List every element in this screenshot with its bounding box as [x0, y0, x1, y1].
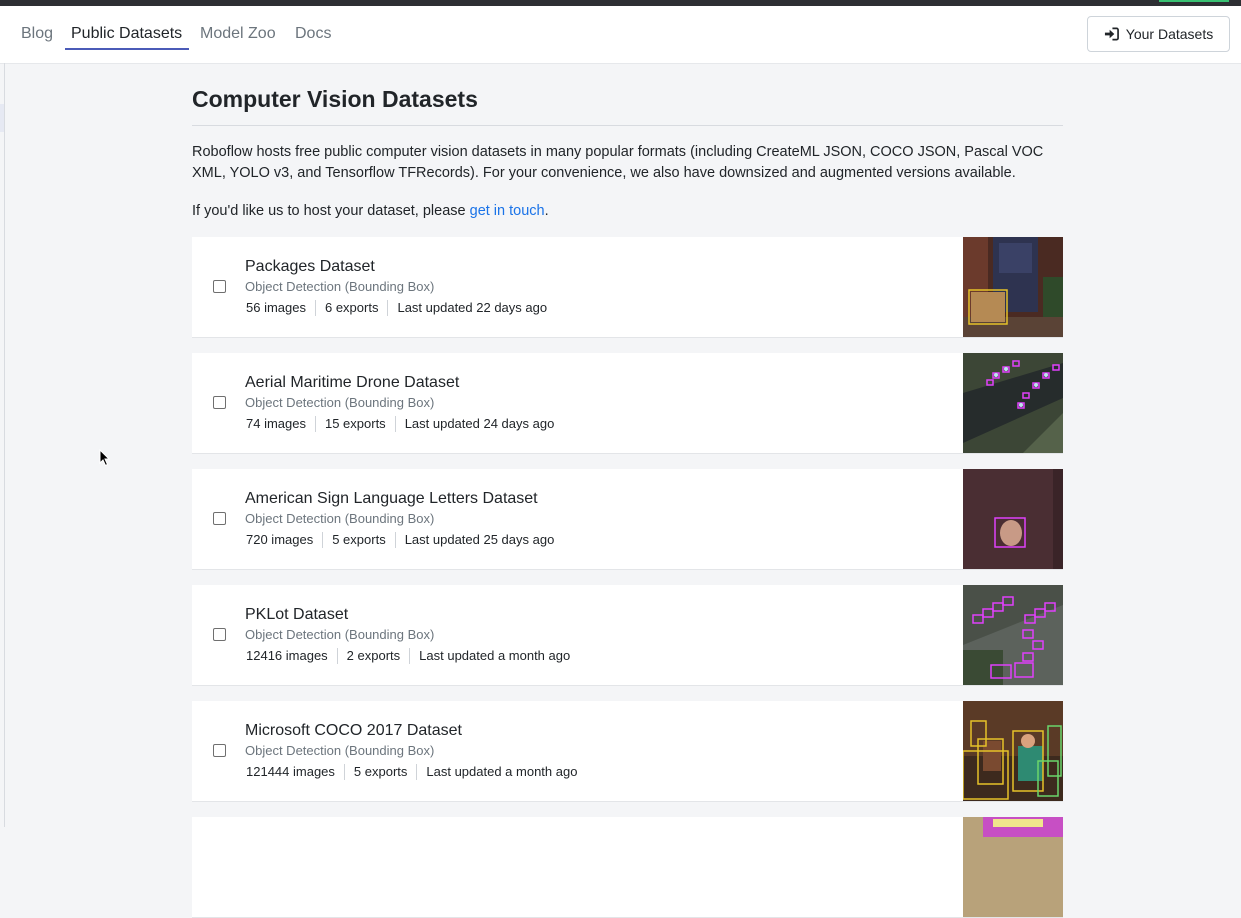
host-suffix: . [544, 203, 549, 219]
dataset-thumbnail[interactable] [963, 469, 1063, 569]
dataset-name[interactable]: Aerial Maritime Drone Dataset [245, 373, 459, 393]
dataset-last-updated: Last updated a month ago [409, 648, 579, 664]
dataset-image-count: 121444 images [246, 764, 335, 779]
dataset-last-updated: Last updated 24 days ago [394, 416, 564, 432]
dataset-checkbox[interactable] [213, 628, 226, 641]
dataset-type: Object Detection (Bounding Box) [245, 627, 435, 642]
dataset-last-updated: Last updated 25 days ago [394, 532, 564, 548]
dataset-name[interactable]: Packages Dataset [245, 257, 375, 277]
dataset-thumbnail[interactable] [963, 817, 1063, 917]
dataset-export-count: 5 exports [343, 764, 416, 780]
dataset-checkbox[interactable] [213, 280, 226, 293]
dataset-thumbnail[interactable] [963, 353, 1063, 453]
dataset-card-partial[interactable] [192, 817, 1063, 918]
dataset-image-count: 56 images [246, 300, 306, 315]
dataset-export-count: 5 exports [322, 532, 394, 548]
dataset-card-coco-2017[interactable]: Microsoft COCO 2017 Dataset Object Detec… [192, 701, 1063, 802]
dataset-export-count: 2 exports [336, 648, 409, 664]
dataset-thumbnail[interactable] [963, 237, 1063, 337]
dataset-card-pklot[interactable]: PKLot Dataset Object Detection (Bounding… [192, 585, 1063, 686]
dataset-image-count: 720 images [246, 532, 314, 547]
dataset-name[interactable]: American Sign Language Letters Dataset [245, 489, 538, 509]
dataset-last-updated: Last updated a month ago [416, 764, 586, 780]
dataset-checkbox[interactable] [213, 512, 226, 525]
dataset-checkbox[interactable] [213, 396, 226, 409]
left-rail-marker [0, 104, 4, 132]
dataset-export-count: 15 exports [314, 416, 395, 432]
dataset-meta: 56 images 6 exports Last updated 22 days… [245, 300, 556, 316]
dataset-type: Object Detection (Bounding Box) [245, 511, 435, 526]
dataset-meta: 720 images 5 exports Last updated 25 day… [245, 532, 563, 548]
dataset-thumbnail[interactable] [963, 701, 1063, 801]
dataset-type: Object Detection (Bounding Box) [245, 279, 435, 294]
dataset-meta: 74 images 15 exports Last updated 24 day… [245, 416, 563, 432]
dataset-export-count: 6 exports [314, 300, 387, 316]
active-tab-underline [65, 48, 189, 50]
dataset-thumbnail[interactable] [963, 585, 1063, 685]
dataset-type: Object Detection (Bounding Box) [245, 395, 435, 410]
sign-in-icon [1104, 27, 1119, 41]
page-title: Computer Vision Datasets [192, 86, 478, 112]
dataset-name[interactable]: Microsoft COCO 2017 Dataset [245, 721, 462, 741]
your-datasets-label: Your Datasets [1125, 26, 1214, 42]
dataset-image-count: 74 images [246, 416, 306, 431]
dataset-card-packages[interactable]: Packages Dataset Object Detection (Bound… [192, 237, 1063, 338]
top-accent-strip [1159, 0, 1229, 2]
intro-paragraph: Roboflow hosts free public computer visi… [192, 144, 1044, 181]
dataset-card-asl-letters[interactable]: American Sign Language Letters Dataset O… [192, 469, 1063, 570]
dataset-checkbox[interactable] [213, 744, 226, 757]
left-rail-divider [4, 63, 5, 827]
get-in-touch-link[interactable]: get in touch [470, 203, 545, 219]
mouse-cursor-icon [99, 449, 111, 467]
tab-public-datasets[interactable]: Public Datasets [71, 24, 182, 44]
top-nav: Blog Public Datasets Model Zoo Docs Your… [0, 6, 1241, 64]
dataset-image-count: 12416 images [246, 648, 328, 663]
title-divider [192, 125, 1063, 126]
host-prefix: If you'd like us to host your dataset, p… [192, 203, 470, 219]
tab-docs[interactable]: Docs [295, 24, 331, 44]
your-datasets-button[interactable]: Your Datasets [1087, 16, 1230, 52]
dataset-type: Object Detection (Bounding Box) [245, 743, 435, 758]
dataset-last-updated: Last updated 22 days ago [387, 300, 556, 316]
tab-model-zoo[interactable]: Model Zoo [200, 24, 276, 44]
dataset-card-aerial-maritime[interactable]: Aerial Maritime Drone Dataset Object Det… [192, 353, 1063, 454]
tab-blog[interactable]: Blog [21, 24, 53, 44]
dataset-meta: 12416 images 2 exports Last updated a mo… [245, 648, 579, 664]
host-paragraph: If you'd like us to host your dataset, p… [192, 201, 549, 221]
dataset-meta: 121444 images 5 exports Last updated a m… [245, 764, 586, 780]
dataset-name[interactable]: PKLot Dataset [245, 605, 348, 625]
